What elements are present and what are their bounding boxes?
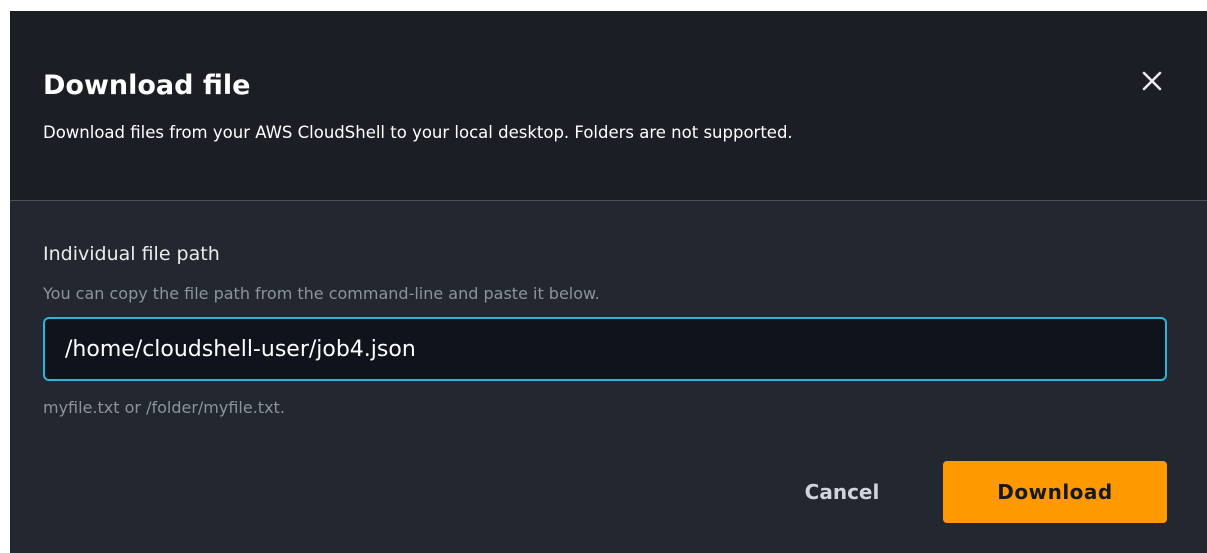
cancel-button[interactable]: Cancel: [772, 461, 912, 523]
close-icon: [1142, 71, 1162, 91]
file-path-hint: You can copy the file path from the comm…: [43, 284, 600, 303]
file-path-constraint: myfile.txt or /folder/myfile.txt.: [43, 398, 285, 417]
download-button[interactable]: Download: [943, 461, 1167, 523]
dialog-title: Download file: [43, 70, 251, 101]
file-path-label: Individual file path: [43, 243, 220, 265]
dialog-header: Download file Download files from your A…: [10, 11, 1207, 201]
dialog-description: Download files from your AWS CloudShell …: [43, 123, 793, 142]
close-button[interactable]: [1130, 59, 1174, 103]
file-path-input[interactable]: [43, 317, 1167, 381]
download-file-dialog: Download file Download files from your A…: [10, 11, 1207, 553]
